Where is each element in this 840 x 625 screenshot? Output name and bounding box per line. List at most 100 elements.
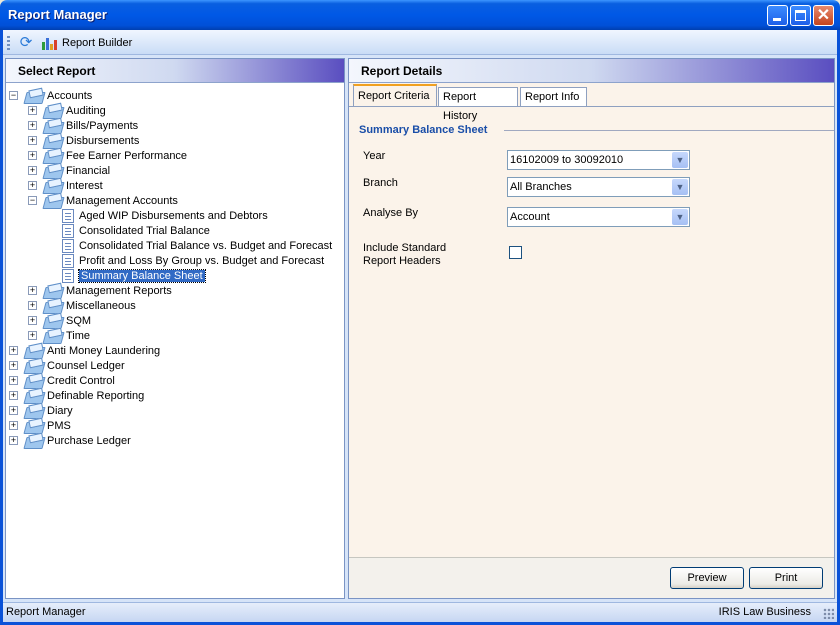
expand-icon[interactable]: + — [28, 316, 37, 325]
tree-folder[interactable]: + Miscellaneous — [28, 298, 136, 313]
report-criteria-body: Summary Balance Sheet Year 16102009 to 3… — [349, 106, 834, 557]
tree-item-label: Management Reports — [66, 284, 172, 297]
expand-icon[interactable]: + — [28, 301, 37, 310]
tab-report-criteria[interactable]: Report Criteria — [353, 84, 437, 107]
expand-icon[interactable]: + — [28, 121, 37, 130]
folder-icon — [24, 419, 44, 432]
tree-folder[interactable]: − Management Accounts — [28, 193, 178, 208]
tree-folder[interactable]: + Definable Reporting — [9, 388, 144, 403]
tree-folder[interactable]: + Anti Money Laundering — [9, 343, 160, 358]
collapse-icon[interactable]: − — [9, 91, 18, 100]
expand-icon[interactable]: + — [9, 391, 18, 400]
close-button[interactable]: ✕ — [813, 5, 834, 26]
report-document-icon — [62, 208, 74, 223]
expand-icon[interactable]: + — [28, 166, 37, 175]
tree-folder[interactable]: + SQM — [28, 313, 92, 328]
report-builder-button[interactable]: Report Builder — [41, 33, 132, 53]
expand-icon[interactable]: + — [9, 421, 18, 430]
select-report-header: Select Report — [6, 59, 344, 83]
tree-folder[interactable]: + PMS — [9, 418, 71, 433]
tree-folder[interactable]: − Accounts — [9, 88, 92, 103]
tree-report[interactable]: Aged WIP Disbursements and Debtors — [62, 208, 268, 223]
folder-icon — [43, 104, 63, 117]
expand-icon[interactable]: + — [9, 361, 18, 370]
tree-report[interactable]: Summary Balance Sheet — [62, 268, 206, 283]
expand-icon[interactable]: + — [28, 181, 37, 190]
folder-icon — [43, 164, 63, 177]
tree-item-label: Counsel Ledger — [47, 359, 125, 372]
tree-item-label: Auditing — [66, 104, 106, 117]
tree-report[interactable]: Profit and Loss By Group vs. Budget and … — [62, 253, 324, 268]
folder-icon — [43, 149, 63, 162]
status-right: IRIS Law Business — [718, 606, 811, 618]
toolbar-grip[interactable] — [7, 36, 10, 50]
tree-item-label: Profit and Loss By Group vs. Budget and … — [79, 254, 325, 267]
bar-chart-icon — [41, 36, 57, 50]
status-bar: Report Manager IRIS Law Business — [3, 602, 837, 622]
tab-report-info[interactable]: Report Info — [520, 87, 587, 107]
minimize-icon — [773, 18, 781, 21]
tree-item-label: Credit Control — [47, 374, 115, 387]
tree-folder[interactable]: + Time — [28, 328, 90, 343]
status-left: Report Manager — [6, 606, 86, 618]
branch-select[interactable]: All Branches ▼ — [507, 177, 690, 197]
analyse-by-value: Account — [510, 211, 550, 223]
refresh-button[interactable]: ⟳ — [17, 34, 35, 52]
year-select[interactable]: 16102009 to 30092010 ▼ — [507, 150, 690, 170]
tree-folder[interactable]: + Credit Control — [9, 373, 115, 388]
tree-folder[interactable]: + Fee Earner Performance — [28, 148, 187, 163]
title-bar[interactable]: Report Manager ✕ — [0, 0, 840, 30]
tree-folder[interactable]: + Management Reports — [28, 283, 172, 298]
tree-item-label: Financial — [66, 164, 111, 177]
expand-icon[interactable]: + — [28, 151, 37, 160]
tree-folder[interactable]: + Diary — [9, 403, 73, 418]
report-document-icon — [62, 223, 74, 238]
maximize-button[interactable] — [790, 5, 811, 26]
folder-icon — [43, 119, 63, 132]
collapse-icon[interactable]: − — [28, 196, 37, 205]
tab-strip: Report Criteria Report History Report In… — [349, 83, 834, 122]
expand-icon[interactable]: + — [28, 286, 37, 295]
expand-icon[interactable]: + — [28, 136, 37, 145]
tree-folder[interactable]: + Auditing — [28, 103, 106, 118]
folder-icon — [24, 89, 44, 102]
expand-icon[interactable]: + — [28, 331, 37, 340]
folder-icon — [43, 179, 63, 192]
tree-folder[interactable]: + Bills/Payments — [28, 118, 139, 133]
tree-report[interactable]: Consolidated Trial Balance — [62, 223, 210, 238]
minimize-button[interactable] — [767, 5, 788, 26]
analyse-by-select[interactable]: Account ▼ — [507, 207, 690, 227]
chevron-down-icon[interactable]: ▼ — [672, 209, 688, 225]
preview-button[interactable]: Preview — [670, 567, 744, 589]
tree-item-label: Aged WIP Disbursements and Debtors — [79, 209, 268, 222]
report-details-header: Report Details — [349, 59, 834, 83]
folder-icon — [24, 389, 44, 402]
tab-report-history[interactable]: Report History — [438, 87, 518, 122]
tree-item-label: Diary — [47, 404, 73, 417]
tree-folder[interactable]: + Counsel Ledger — [9, 358, 125, 373]
tree-folder[interactable]: + Disbursements — [28, 133, 140, 148]
include-headers-checkbox[interactable] — [509, 246, 522, 259]
expand-icon[interactable]: + — [9, 436, 18, 445]
toolbar: ⟳ Report Builder — [3, 30, 837, 55]
tree-folder[interactable]: + Purchase Ledger — [9, 433, 131, 448]
tree-item-label: Disbursements — [66, 134, 140, 147]
expand-icon[interactable]: + — [9, 376, 18, 385]
expand-icon[interactable]: + — [28, 106, 37, 115]
tree-item-label: SQM — [66, 314, 92, 327]
folder-icon — [24, 404, 44, 417]
expand-icon[interactable]: + — [9, 406, 18, 415]
tree-folder[interactable]: + Financial — [28, 163, 111, 178]
folder-icon — [24, 359, 44, 372]
year-value: 16102009 to 30092010 — [510, 154, 624, 166]
chevron-down-icon[interactable]: ▼ — [672, 179, 688, 195]
tree-item-label: Consolidated Trial Balance vs. Budget an… — [79, 239, 333, 252]
tree-item-label: Bills/Payments — [66, 119, 139, 132]
resize-grip[interactable] — [823, 608, 834, 619]
tree-item-label: PMS — [47, 419, 71, 432]
expand-icon[interactable]: + — [9, 346, 18, 355]
chevron-down-icon[interactable]: ▼ — [672, 152, 688, 168]
print-button[interactable]: Print — [749, 567, 823, 589]
tree-report[interactable]: Consolidated Trial Balance vs. Budget an… — [62, 238, 332, 253]
tree-folder[interactable]: + Interest — [28, 178, 103, 193]
